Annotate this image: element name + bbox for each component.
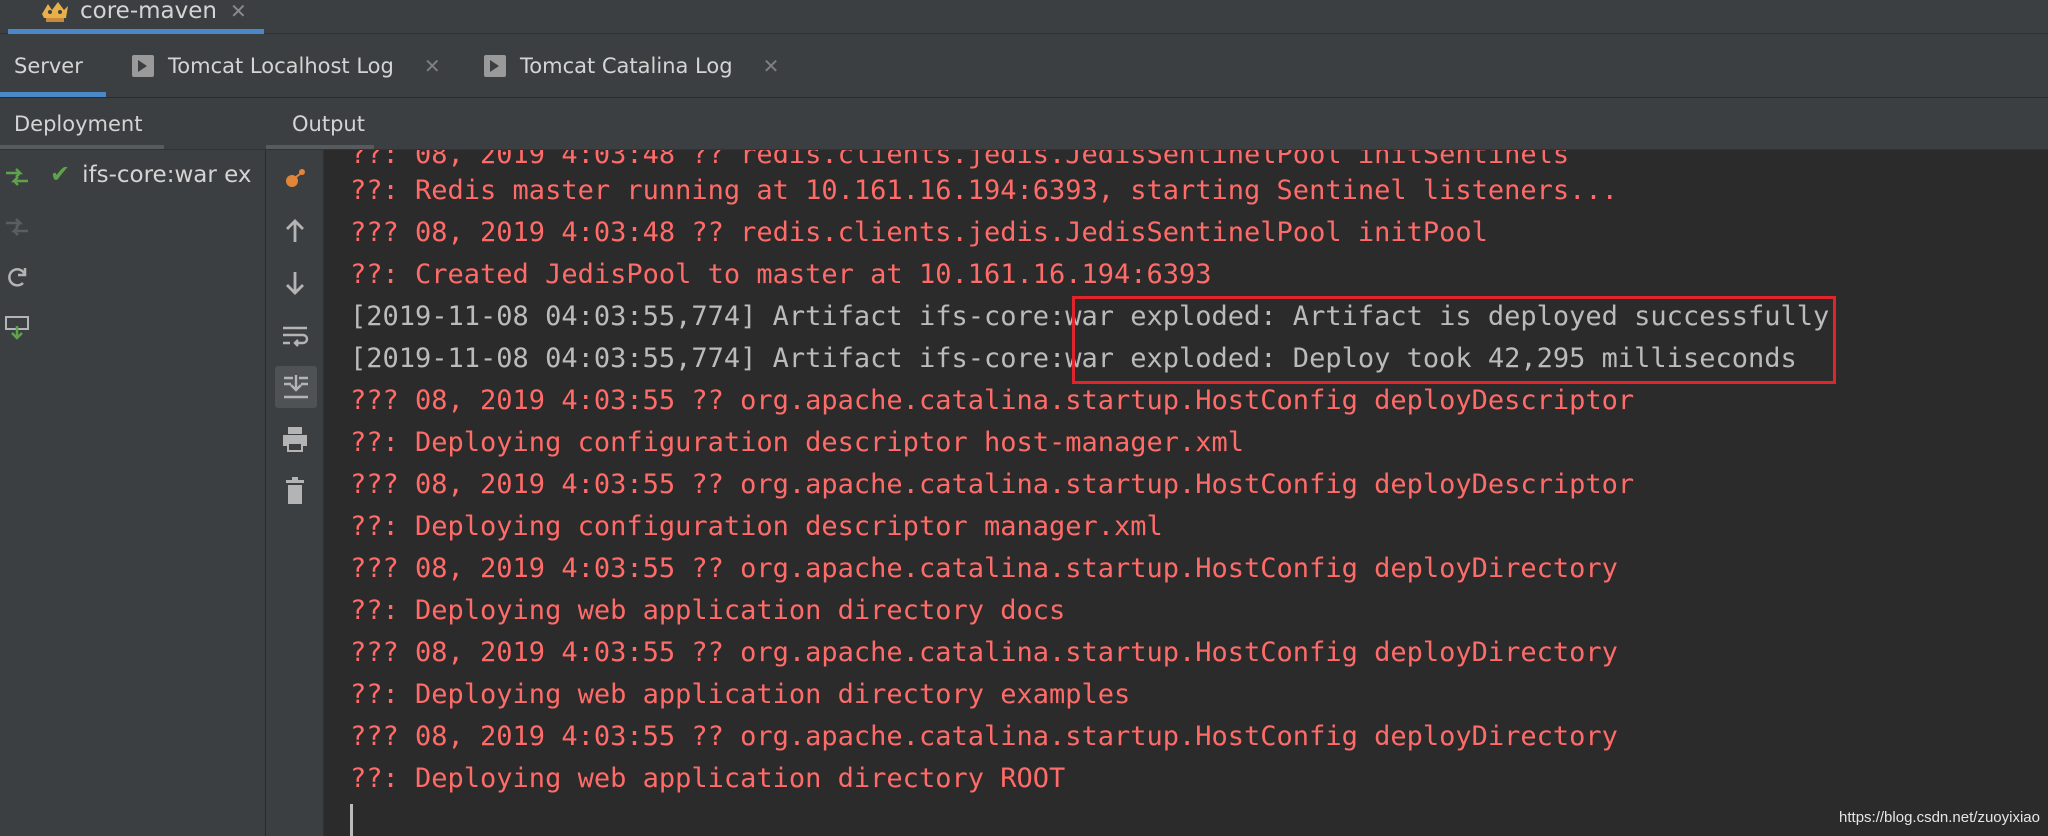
console-line: ??: Deploying configuration descriptor h… — [350, 427, 1245, 458]
console-line: ??: Deploying web application directory … — [350, 763, 1066, 794]
output-title: Output — [292, 112, 365, 136]
trash-icon[interactable] — [280, 476, 310, 506]
scroll-to-end-icon — [284, 375, 308, 399]
console-line: ??: Deploying web application directory … — [350, 679, 1131, 710]
deployment-item-label: ifs-core:war ex — [82, 162, 252, 188]
arrow-down-icon[interactable] — [280, 268, 310, 298]
text-caret — [350, 804, 353, 836]
console-line: ??? 08, 2019 4:03:55 ?? org.apache.catal… — [350, 469, 1635, 500]
debug-icon[interactable] — [280, 164, 310, 194]
arrow-up-icon[interactable] — [280, 216, 310, 246]
console-line: ??: Redis master running at 10.161.16.19… — [350, 175, 1618, 206]
tab-server-label: Server — [14, 54, 83, 78]
tab-tomcat-catalina-log[interactable]: Tomcat Catalina Log ✕ — [484, 34, 779, 98]
console-line: ??? 08, 2019 4:03:55 ?? org.apache.catal… — [350, 637, 1618, 668]
close-icon[interactable]: ✕ — [424, 54, 441, 78]
close-icon[interactable]: ✕ — [763, 54, 780, 78]
active-tab-indicator — [0, 92, 106, 97]
console-line: ??: Deploying configuration descriptor m… — [350, 511, 1163, 542]
console-line: ??? 08, 2019 4:03:55 ?? org.apache.catal… — [350, 721, 1618, 752]
watermark: https://blog.csdn.net/zuoyixiao — [1839, 809, 2040, 826]
tab-label: Tomcat Localhost Log — [168, 54, 394, 78]
console-toolbar — [266, 150, 324, 836]
soft-wrap-icon[interactable] — [280, 320, 310, 350]
tab-tomcat-localhost-log[interactable]: Tomcat Localhost Log ✕ — [132, 34, 441, 98]
deployment-panel: Deployment ✔ ifs-core:war ex — [0, 98, 266, 836]
console-icon — [132, 55, 154, 77]
console-line: ??? 08, 2019 4:03:55 ?? org.apache.catal… — [350, 385, 1635, 416]
run-config-tabbar: core-maven ✕ — [0, 0, 2048, 34]
run-tab-label: core-maven — [80, 0, 217, 24]
tab-label: Tomcat Catalina Log — [520, 54, 733, 78]
deploy-icon[interactable] — [4, 164, 30, 190]
tomcat-icon — [42, 2, 68, 22]
highlight-annotation — [1072, 296, 1836, 384]
header-underline — [266, 145, 374, 149]
deploy-all-icon[interactable] — [4, 314, 30, 340]
services-tabbar: Server Tomcat Localhost Log ✕ Tomcat Cat… — [0, 34, 2048, 98]
console-line: ??? 08, 2019 4:03:55 ?? org.apache.catal… — [350, 553, 1618, 584]
deployment-header: Deployment — [0, 98, 266, 150]
tab-server[interactable]: Server — [14, 34, 83, 98]
console-output[interactable]: ??: 08, 2019 4:03:48 ?? redis.clients.je… — [324, 150, 2048, 836]
refresh-icon[interactable] — [4, 264, 30, 290]
close-icon[interactable]: ✕ — [230, 0, 247, 22]
console-icon — [484, 55, 506, 77]
undeploy-icon[interactable] — [4, 214, 30, 240]
console-line: ??: Deploying web application directory … — [350, 595, 1066, 626]
console-line: ??: 08, 2019 4:03:48 ?? redis.clients.je… — [350, 150, 1570, 170]
console-line: ??: Created JedisPool to master at 10.16… — [350, 259, 1212, 290]
deployment-item[interactable]: ✔ ifs-core:war ex — [50, 160, 266, 188]
deployment-title: Deployment — [14, 112, 143, 136]
scroll-to-end-button[interactable] — [275, 366, 317, 408]
output-header: Output — [266, 98, 2048, 150]
check-icon: ✔ — [50, 160, 71, 188]
header-underline — [0, 145, 164, 149]
console-line: ??? 08, 2019 4:03:48 ?? redis.clients.je… — [350, 217, 1488, 248]
run-tab-core-maven[interactable]: core-maven ✕ — [8, 0, 264, 34]
print-icon[interactable] — [280, 424, 310, 454]
